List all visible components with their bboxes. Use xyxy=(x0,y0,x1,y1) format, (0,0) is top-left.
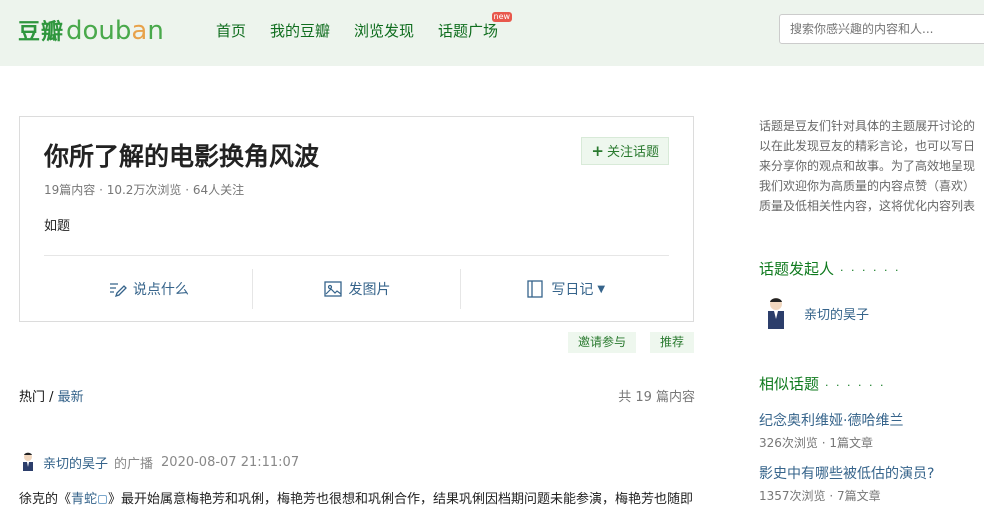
nav-my-douban[interactable]: 我的豆瓣 xyxy=(270,20,330,41)
post-actions: 说点什么 发图片 写日记 ▼ xyxy=(44,269,669,309)
similar-topic-meta: 1357次浏览 · 7篇文章 xyxy=(759,489,881,503)
topic-card: 你所了解的电影换角风波 + 关注话题 19篇内容 · 10.2万次浏览 · 64人… xyxy=(19,116,694,322)
new-badge: new xyxy=(491,12,513,22)
plus-icon: + xyxy=(591,142,604,160)
logo-chinese: 豆瓣 xyxy=(18,20,65,45)
notebook-icon xyxy=(527,280,543,298)
initiator-heading: 话题发起人 · · · · · · xyxy=(759,260,901,278)
follow-topic-button[interactable]: + 关注话题 xyxy=(581,137,669,165)
image-icon xyxy=(323,281,342,297)
recommend-button[interactable]: 推荐 xyxy=(650,332,695,353)
post-image-button[interactable]: 发图片 xyxy=(251,269,461,309)
post-header: 亲切的昊子 的广播 2020-08-07 21:11:07 xyxy=(19,452,299,472)
logo-english: douban xyxy=(66,16,164,46)
movie-link[interactable]: 青蛇 xyxy=(71,492,97,507)
nav-explore[interactable]: 浏览发现 xyxy=(354,20,414,41)
similar-topic-meta: 326次浏览 · 1篇文章 xyxy=(759,436,873,450)
nav-topic-square[interactable]: 话题广场 new xyxy=(438,12,513,41)
topic-stats: 19篇内容 · 10.2万次浏览 · 64人关注 xyxy=(44,183,245,197)
topic-intro: 话题是豆友们针对具体的主题展开讨论的 以在此发现豆友的精彩言论，也可以写日 来分… xyxy=(759,119,976,213)
similar-topic-item: 影史中有哪些被低估的演员? 1357次浏览 · 7篇文章 xyxy=(759,463,984,504)
initiator-name[interactable]: 亲切的昊子 xyxy=(804,304,869,323)
pen-icon xyxy=(109,283,127,298)
post-body: 徐克的《青蛇 》最开始属意梅艳芳和巩俐，梅艳芳也很想和巩俐合作，结果巩俐因档期问题… xyxy=(19,492,694,507)
nav-home[interactable]: 首页 xyxy=(216,20,246,41)
card-divider xyxy=(44,255,669,256)
main-nav: 首页 我的豆瓣 浏览发现 话题广场 new xyxy=(216,12,522,41)
post-timestamp[interactable]: 2020-08-07 21:11:07 xyxy=(161,455,299,470)
tab-latest[interactable]: 最新 xyxy=(58,390,84,405)
post-author-name[interactable]: 亲切的昊子 xyxy=(43,453,108,472)
content-count: 共 19 篇内容 xyxy=(618,390,695,405)
topic-description: 如题 xyxy=(44,219,71,234)
invite-button[interactable]: 邀请参与 xyxy=(568,332,637,353)
movie-link-icon xyxy=(98,495,108,504)
post-action-label: 的广播 xyxy=(114,456,154,472)
similar-topic-link[interactable]: 影史中有哪些被低估的演员? xyxy=(759,463,984,483)
sort-tabs: 热门 / 最新 xyxy=(19,390,84,405)
similar-topic-link[interactable]: 纪念奥利维娅·德哈维兰 xyxy=(759,410,984,430)
search-input[interactable] xyxy=(779,14,984,44)
initiator: 亲切的昊子 xyxy=(762,296,869,330)
avatar[interactable] xyxy=(19,452,37,472)
similar-topics-heading: 相似话题 · · · · · · xyxy=(759,375,886,393)
say-something-button[interactable]: 说点什么 xyxy=(44,269,252,309)
tab-hot[interactable]: 热门 xyxy=(19,390,45,405)
write-diary-button[interactable]: 写日记 ▼ xyxy=(460,269,669,309)
topic-title: 你所了解的电影换角风波 xyxy=(44,142,320,171)
douban-logo[interactable]: 豆瓣 douban xyxy=(18,14,164,48)
top-nav-bar: 豆瓣 douban 首页 我的豆瓣 浏览发现 话题广场 new xyxy=(0,0,984,66)
similar-topic-item: 纪念奥利维娅·德哈维兰 326次浏览 · 1篇文章 xyxy=(759,410,984,451)
avatar[interactable] xyxy=(762,296,790,330)
caret-down-icon: ▼ xyxy=(597,283,606,295)
